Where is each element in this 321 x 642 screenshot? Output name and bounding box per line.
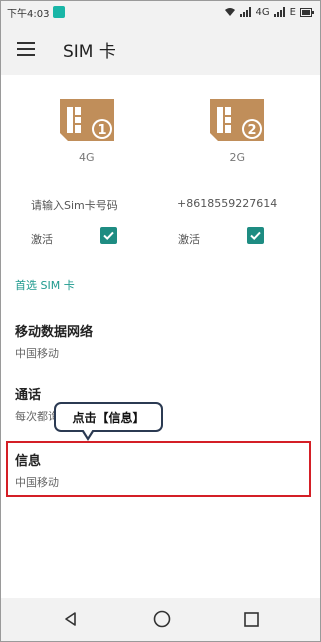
check-icon [103,231,114,241]
callout-tail-inner [83,429,93,437]
sim-cards: 1 4G 2 2G [1,99,320,164]
sim-card-icon: 2 [210,99,265,141]
signal-icon-2 [273,7,285,17]
page-title: SIM 卡 [63,41,116,62]
network-type-2: E [289,6,296,18]
home-circle-icon[interactable] [152,609,172,629]
status-time: 下午4:03 [7,8,50,20]
network-type: 4G [255,6,270,18]
sim-slot-number: 1 [97,123,106,138]
pref-subtitle: 每次都询问 [15,410,55,423]
sim2-activate-checkbox[interactable] [247,227,264,244]
pref-calls[interactable]: 通话 每次都询问 [15,384,55,424]
sim2-number-field[interactable]: +8618559227614 [177,197,277,210]
sim-card-2[interactable]: 2 2G [161,99,321,164]
app-bar: SIM 卡 [1,23,320,75]
sim-slot-number: 2 [248,123,257,138]
check-icon [250,231,261,241]
pref-title: 移动数据网络 [15,325,94,340]
sim-network-type: 4G [78,151,95,164]
sim1-activate-label: 激活 [31,233,53,246]
sim-network-type: 2G [229,151,246,164]
instruction-callout: 点击【信息】 [54,402,163,432]
signal-icon [239,7,251,17]
status-icons: 4G E [224,7,314,18]
battery-icon [300,7,314,17]
sim1-activate-checkbox[interactable] [100,227,117,244]
recent-square-icon[interactable] [241,609,261,629]
pref-title: 通话 [15,388,42,403]
pref-mobile-data[interactable]: 移动数据网络 中国移动 [15,321,305,361]
sim-card-icon: 1 [59,99,114,141]
navigation-bar [1,598,320,641]
back-triangle-icon[interactable] [61,609,81,629]
sim1-number-field[interactable]: 请输入Sim卡号码 [31,197,118,213]
notification-icon [53,6,66,18]
wifi-icon [224,8,235,16]
sim-card-1[interactable]: 1 4G [1,99,161,164]
highlight-box [6,441,311,497]
status-bar: 下午4:03 4G E [1,1,320,23]
preferred-sim-header: 首选 SIM 卡 [15,279,75,292]
sim2-activate-label: 激活 [178,233,200,246]
pref-subtitle: 中国移动 [15,347,59,360]
hamburger-icon[interactable] [17,42,35,56]
